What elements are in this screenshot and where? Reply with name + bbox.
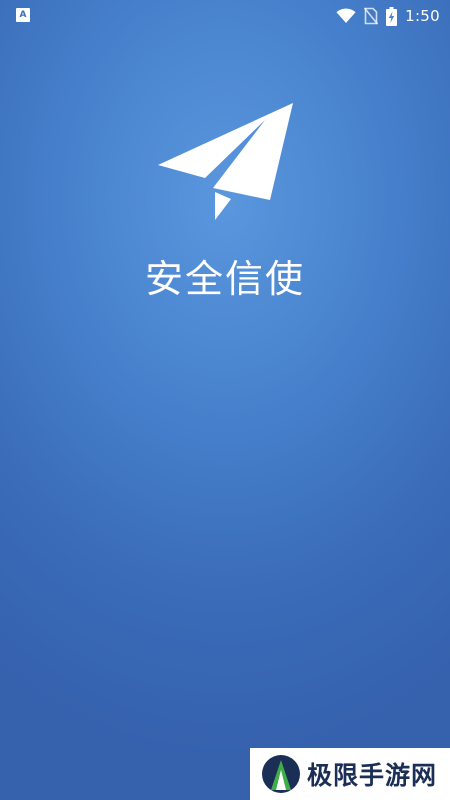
notification-icon-letter: A	[19, 9, 27, 20]
clock: 1:50	[405, 7, 440, 25]
no-sim-icon	[364, 7, 379, 25]
wifi-icon	[336, 8, 356, 24]
watermark-banner: 极限手游网	[250, 748, 450, 800]
paper-plane-icon	[155, 100, 295, 225]
status-bar: A 1:50	[0, 0, 450, 32]
battery-charging-icon	[386, 6, 398, 26]
status-icons: 1:50	[328, 6, 440, 26]
watermark-text: 极限手游网	[307, 761, 438, 790]
jixian-logo-icon	[261, 754, 301, 794]
a-notification-icon: A	[16, 8, 30, 22]
app-name: 安全信使	[144, 257, 305, 301]
